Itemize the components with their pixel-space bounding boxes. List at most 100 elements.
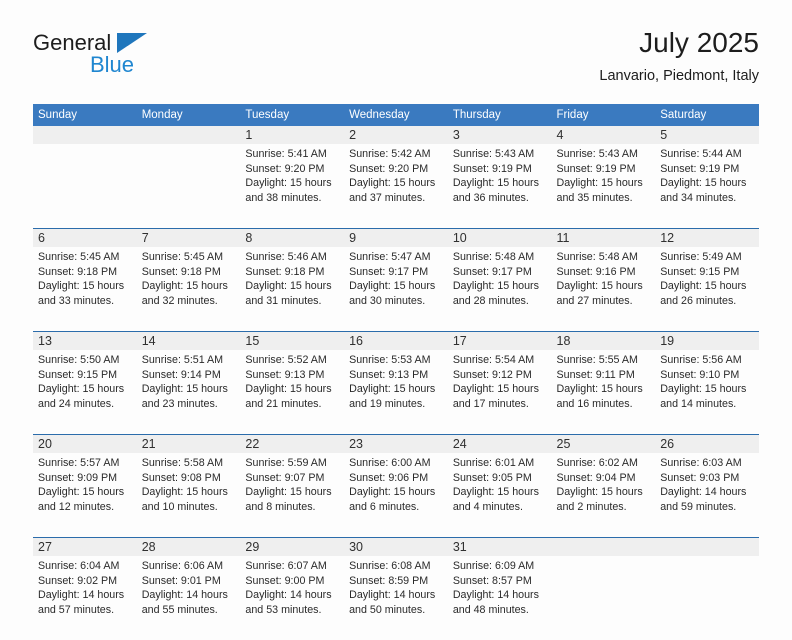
day-number-cell[interactable]: 25: [551, 434, 656, 453]
week-daynumber-row: 12345: [33, 126, 759, 144]
day-sunrise-text: Sunrise: 6:02 AM: [556, 457, 638, 469]
day-daylight-cont-text: and 28 minutes.: [452, 294, 529, 307]
day-sunset-text: Sunset: 9:18 PM: [245, 265, 325, 278]
day-number-cell[interactable]: 14: [136, 331, 241, 350]
week-detail-row: Sunrise: 5:57 AM Sunset: 9:09 PM Daylight:…: [33, 453, 759, 538]
day-sunset-text: Sunset: 9:00 PM: [245, 574, 325, 587]
day-daylight-cont-text: and 21 minutes.: [245, 397, 322, 410]
day-daylight-text: Daylight: 15 hours: [38, 383, 125, 396]
day-sunrise-text: Sunrise: 5:49 AM: [660, 251, 742, 263]
day-detail-cell: Sunrise: 5:56 AM Sunset: 9:10 PM Daylight:…: [655, 350, 759, 435]
day-sunset-text: Sunset: 9:02 PM: [38, 574, 118, 587]
day-sunrise-text: Sunrise: 5:48 AM: [556, 251, 638, 263]
calendar-table: Sunday Monday Tuesday Wednesday Thursday…: [33, 104, 759, 640]
weekday-header-sunday: Sunday: [33, 104, 137, 126]
day-number-cell[interactable]: 22: [240, 434, 345, 453]
day-sunset-text: Sunset: 9:07 PM: [245, 471, 325, 484]
day-daylight-text: Daylight: 15 hours: [349, 486, 436, 499]
empty-detail-cell: [136, 144, 241, 229]
day-number-cell[interactable]: 17: [447, 331, 552, 350]
day-number-cell[interactable]: 16: [344, 331, 448, 350]
day-number-cell[interactable]: 8: [240, 228, 345, 247]
day-sunrise-text: Sunrise: 6:07 AM: [245, 560, 327, 572]
day-number-cell[interactable]: 11: [551, 228, 656, 247]
day-daylight-text: Daylight: 15 hours: [349, 383, 436, 396]
day-daylight-cont-text: and 26 minutes.: [660, 294, 737, 307]
day-number-cell[interactable]: 12: [655, 228, 759, 247]
day-number-cell[interactable]: 18: [551, 331, 656, 350]
day-number-cell[interactable]: 3: [447, 126, 552, 144]
day-number-cell[interactable]: 4: [551, 126, 656, 144]
day-number-cell[interactable]: 29: [240, 537, 345, 556]
day-number-cell[interactable]: 23: [344, 434, 448, 453]
day-daylight-cont-text: and 33 minutes.: [38, 294, 115, 307]
day-daylight-cont-text: and 27 minutes.: [556, 294, 633, 307]
day-daylight-text: Daylight: 15 hours: [141, 280, 228, 293]
day-number-cell[interactable]: 9: [344, 228, 448, 247]
day-number-cell[interactable]: 1: [240, 126, 345, 144]
empty-detail-cell: [655, 556, 759, 640]
day-daylight-text: Daylight: 14 hours: [141, 589, 228, 602]
day-number-cell[interactable]: 24: [447, 434, 552, 453]
day-sunrise-text: Sunrise: 5:48 AM: [452, 251, 535, 263]
day-number-cell[interactable]: 20: [33, 434, 137, 453]
day-daylight-text: Daylight: 15 hours: [245, 280, 332, 293]
empty-detail-cell: [551, 556, 656, 640]
day-daylight-cont-text: and 17 minutes.: [452, 397, 529, 410]
day-sunrise-text: Sunrise: 5:44 AM: [660, 148, 742, 160]
day-daylight-cont-text: and 16 minutes.: [556, 397, 633, 410]
day-daylight-cont-text: and 19 minutes.: [349, 397, 426, 410]
day-sunset-text: Sunset: 8:57 PM: [452, 574, 532, 587]
week-daynumber-row: 13 14 15 16 17 18 19: [33, 331, 759, 350]
day-sunset-text: Sunset: 9:05 PM: [452, 471, 532, 484]
day-sunrise-text: Sunrise: 5:58 AM: [141, 457, 224, 469]
day-sunset-text: Sunset: 9:12 PM: [452, 368, 532, 381]
day-sunrise-text: Sunrise: 5:50 AM: [38, 354, 120, 366]
day-detail-cell: Sunrise: 5:45 AM Sunset: 9:18 PM Daylight:…: [33, 247, 137, 332]
day-number-cell[interactable]: 5: [655, 126, 759, 144]
day-daylight-text: Daylight: 15 hours: [556, 383, 643, 396]
day-daylight-text: Daylight: 15 hours: [556, 177, 643, 190]
day-number-cell[interactable]: 10: [447, 228, 552, 247]
day-daylight-text: Daylight: 15 hours: [141, 486, 228, 499]
weekday-header-saturday: Saturday: [655, 104, 759, 126]
day-detail-cell: Sunrise: 5:42 AM Sunset: 9:20 PM Daylight:…: [344, 144, 448, 229]
day-daylight-text: Daylight: 15 hours: [452, 177, 539, 190]
day-detail-cell: Sunrise: 5:58 AM Sunset: 9:08 PM Daylight:…: [136, 453, 241, 538]
day-daylight-cont-text: and 24 minutes.: [38, 397, 115, 410]
day-daylight-cont-text: and 31 minutes.: [245, 294, 322, 307]
day-sunrise-text: Sunrise: 5:43 AM: [556, 148, 638, 160]
day-number-cell[interactable]: 26: [655, 434, 759, 453]
day-number-cell[interactable]: 2: [344, 126, 448, 144]
day-daylight-text: Daylight: 14 hours: [38, 589, 125, 602]
day-number-cell[interactable]: 15: [240, 331, 345, 350]
day-detail-cell: Sunrise: 6:02 AM Sunset: 9:04 PM Daylight:…: [551, 453, 656, 538]
day-sunrise-text: Sunrise: 5:45 AM: [38, 251, 120, 263]
day-detail-cell: Sunrise: 5:45 AM Sunset: 9:18 PM Daylight:…: [136, 247, 241, 332]
day-daylight-cont-text: and 4 minutes.: [452, 500, 523, 513]
day-detail-cell: Sunrise: 5:43 AM Sunset: 9:19 PM Daylight:…: [447, 144, 552, 229]
day-sunset-text: Sunset: 9:11 PM: [556, 368, 635, 381]
day-number-cell[interactable]: 30: [344, 537, 448, 556]
day-sunset-text: Sunset: 9:10 PM: [660, 368, 740, 381]
day-detail-cell: Sunrise: 5:46 AM Sunset: 9:18 PM Daylight:…: [240, 247, 345, 332]
day-number-cell[interactable]: 7: [136, 228, 241, 247]
day-sunset-text: Sunset: 9:13 PM: [349, 368, 429, 381]
day-daylight-text: Daylight: 14 hours: [349, 589, 436, 602]
day-number-cell[interactable]: 21: [136, 434, 241, 453]
day-number-cell[interactable]: 19: [655, 331, 759, 350]
day-daylight-text: Daylight: 15 hours: [245, 383, 332, 396]
day-number-cell[interactable]: 6: [33, 228, 137, 247]
day-number-cell[interactable]: 28: [136, 537, 241, 556]
day-sunset-text: Sunset: 9:14 PM: [141, 368, 221, 381]
day-number-cell[interactable]: 27: [33, 537, 137, 556]
day-number-cell[interactable]: 31: [447, 537, 552, 556]
day-number-cell[interactable]: 13: [33, 331, 137, 350]
day-daylight-text: Daylight: 15 hours: [38, 486, 125, 499]
weekday-header-wednesday: Wednesday: [344, 104, 448, 126]
day-sunset-text: Sunset: 9:03 PM: [660, 471, 740, 484]
empty-day-cell: [136, 126, 241, 144]
day-daylight-cont-text: and 30 minutes.: [349, 294, 426, 307]
day-detail-cell: Sunrise: 5:48 AM Sunset: 9:17 PM Daylight:…: [447, 247, 552, 332]
empty-day-cell: [33, 126, 137, 144]
